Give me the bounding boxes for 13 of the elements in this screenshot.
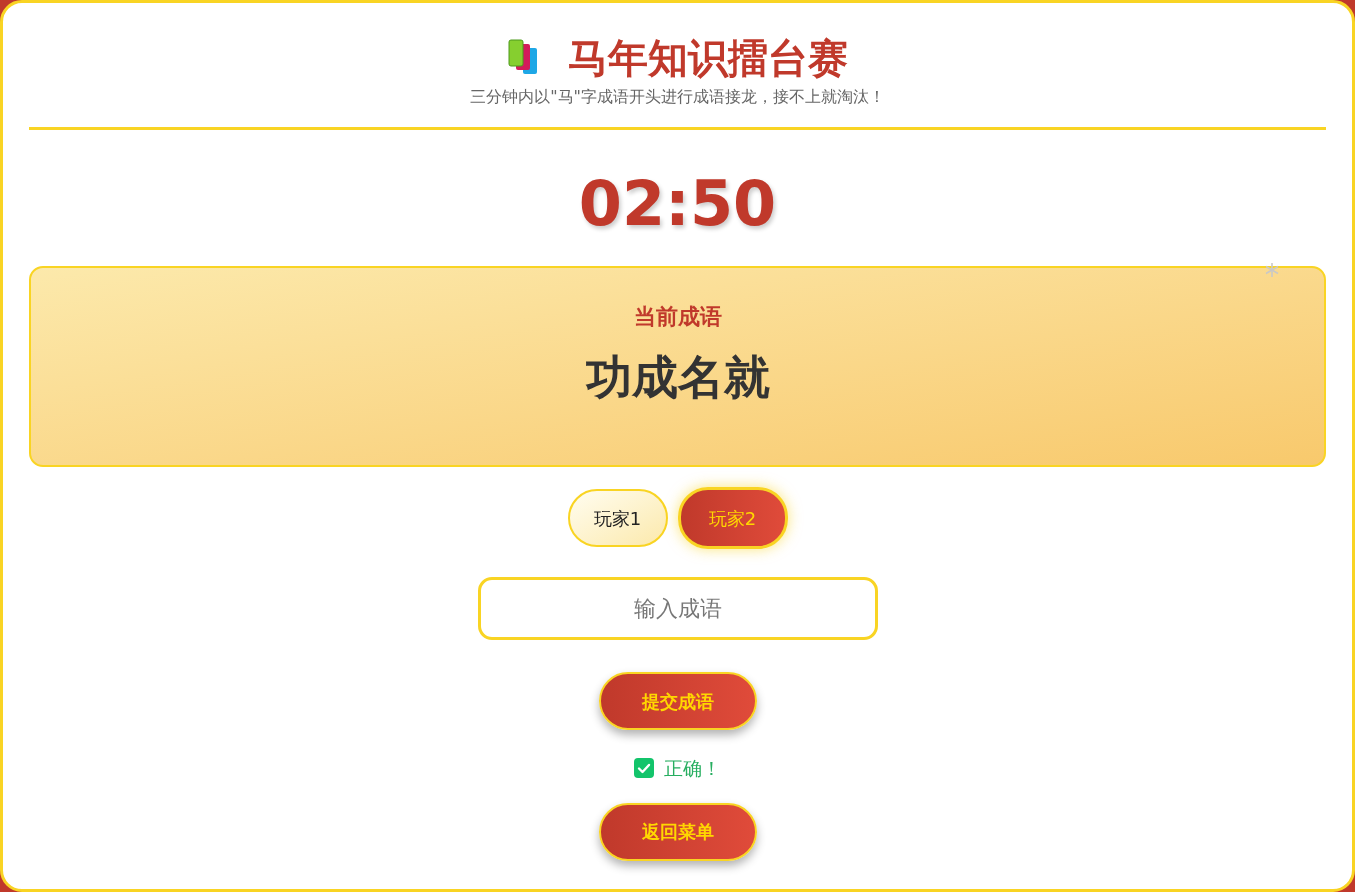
answer-field[interactable]: 输入成语 xyxy=(477,577,878,640)
submit-button[interactable]: 提交成语 xyxy=(598,672,757,730)
countdown-timer: 02:50 xyxy=(578,168,777,240)
player-tab[interactable]: 玩家1 xyxy=(567,489,668,547)
current-idiom: 功成名就 xyxy=(585,349,770,406)
back-menu-button[interactable]: 返回菜单 xyxy=(598,802,757,861)
panel-label: 当前成语 xyxy=(633,303,722,331)
player-tab[interactable]: 玩家2 xyxy=(677,487,788,549)
feedback-message: 正确！ xyxy=(664,756,721,781)
check-icon xyxy=(634,758,654,779)
page-title: 马年知识擂台赛 xyxy=(567,34,848,83)
subtitle: 三分钟内以"马"字成语开头进行成语接龙，接不上就淘汰！ xyxy=(470,86,885,108)
snowflake-icon xyxy=(1264,262,1280,278)
